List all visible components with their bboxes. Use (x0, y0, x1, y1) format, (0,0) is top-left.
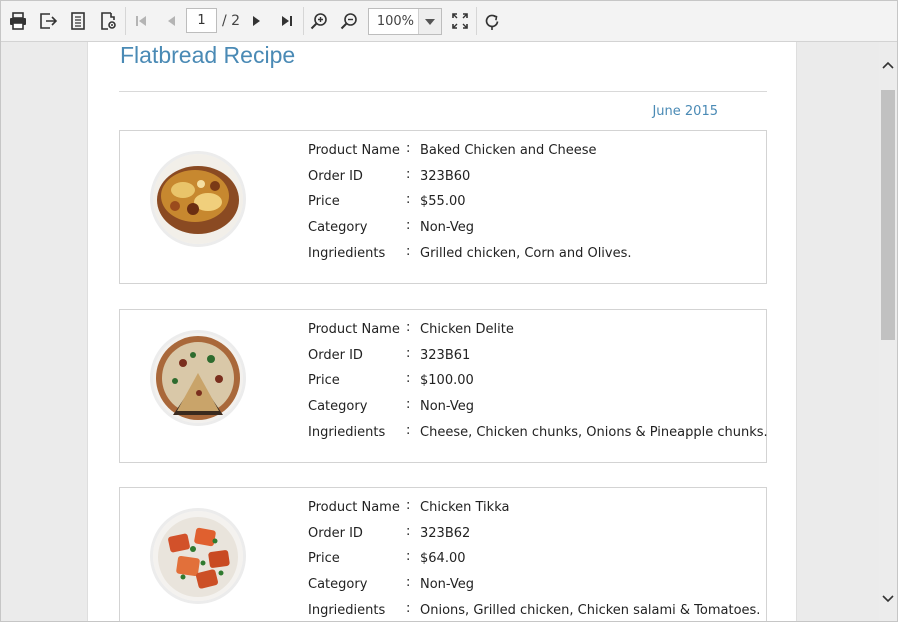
product-name-value: Chicken Delite (420, 322, 514, 337)
product-image (150, 151, 246, 247)
chevron-down-icon[interactable] (418, 9, 441, 34)
colon: : (406, 423, 411, 438)
toolbar-separator (303, 7, 304, 35)
report-title: Flatbread Recipe (120, 42, 296, 68)
category-value: Non-Veg (420, 577, 474, 592)
previous-page-icon[interactable] (160, 10, 182, 32)
order-id-value: 323B61 (420, 348, 471, 363)
ingredients-value: Onions, Grilled chicken, Chicken salami … (420, 603, 761, 618)
colon: : (406, 549, 411, 564)
ingredients-label: Ingriedients (308, 425, 386, 440)
report-viewport[interactable]: Flatbread Recipe June 2015 Product Name … (1, 42, 879, 621)
order-id-label: Order ID (308, 526, 363, 541)
colon: : (406, 218, 411, 233)
refresh-icon[interactable] (481, 10, 503, 32)
fit-page-icon[interactable] (449, 10, 471, 32)
page-setup-icon[interactable] (67, 10, 89, 32)
colon: : (406, 141, 411, 156)
last-page-icon[interactable] (276, 10, 298, 32)
category-label: Category (308, 577, 368, 592)
order-id-label: Order ID (308, 348, 363, 363)
zoom-dropdown[interactable]: 100% (368, 8, 442, 35)
price-label: Price (308, 373, 340, 388)
print-icon[interactable] (7, 10, 29, 32)
order-id-value: 323B62 (420, 526, 471, 541)
colon: : (406, 167, 411, 182)
product-card: Product Name: Baked Chicken and Cheese Or… (119, 130, 767, 284)
price-label: Price (308, 194, 340, 209)
zoom-out-icon[interactable] (338, 10, 360, 32)
toolbar-separator (476, 7, 477, 35)
toolbar: 1 / 2 100% (1, 1, 897, 42)
colon: : (406, 192, 411, 207)
report-date: June 2015 (652, 104, 718, 119)
product-name-label: Product Name (308, 143, 400, 158)
colon: : (406, 346, 411, 361)
ingredients-label: Ingriedients (308, 603, 386, 618)
order-id-value: 323B60 (420, 169, 471, 184)
product-name-label: Product Name (308, 500, 400, 515)
colon: : (406, 524, 411, 539)
report-page: Flatbread Recipe June 2015 Product Name … (87, 42, 797, 621)
ingredients-label: Ingriedients (308, 246, 386, 261)
product-card: Product Name: Chicken Tikka Order ID:323B… (119, 487, 767, 621)
category-value: Non-Veg (420, 220, 474, 235)
price-value: $100.00 (420, 373, 474, 388)
category-label: Category (308, 399, 368, 414)
next-page-icon[interactable] (246, 10, 268, 32)
colon: : (406, 320, 411, 335)
colon: : (406, 371, 411, 386)
colon: : (406, 397, 411, 412)
scroll-down-icon[interactable] (879, 588, 897, 610)
category-value: Non-Veg (420, 399, 474, 414)
scroll-up-icon[interactable] (879, 54, 897, 76)
toolbar-separator (125, 7, 126, 35)
price-label: Price (308, 551, 340, 566)
product-card: Product Name: Chicken Delite Order ID:323… (119, 309, 768, 463)
order-id-label: Order ID (308, 169, 363, 184)
category-label: Category (308, 220, 368, 235)
first-page-icon[interactable] (130, 10, 152, 32)
vertical-scrollbar[interactable] (879, 42, 897, 621)
ingredients-value: Cheese, Chicken chunks, Onions & Pineapp… (420, 425, 768, 440)
colon: : (406, 244, 411, 259)
title-divider (119, 91, 767, 92)
product-name-value: Chicken Tikka (420, 500, 510, 515)
page-total: / 2 (222, 13, 241, 29)
product-image (150, 508, 246, 604)
colon: : (406, 601, 411, 616)
zoom-value: 100% (376, 14, 414, 29)
product-name-value: Baked Chicken and Cheese (420, 143, 597, 158)
price-value: $64.00 (420, 551, 466, 566)
ingredients-value: Grilled chicken, Corn and Olives. (420, 246, 632, 261)
product-image (150, 330, 246, 426)
page-number-input[interactable]: 1 (186, 8, 217, 33)
colon: : (406, 498, 411, 513)
colon: : (406, 575, 411, 590)
scrollbar-thumb[interactable] (881, 90, 895, 340)
report-viewer: 1 / 2 100% Flatbread Recipe June 2015 Pr… (0, 0, 898, 622)
product-name-label: Product Name (308, 322, 400, 337)
zoom-in-icon[interactable] (308, 10, 330, 32)
export-icon[interactable] (37, 10, 59, 32)
print-layout-icon[interactable] (97, 10, 119, 32)
price-value: $55.00 (420, 194, 466, 209)
